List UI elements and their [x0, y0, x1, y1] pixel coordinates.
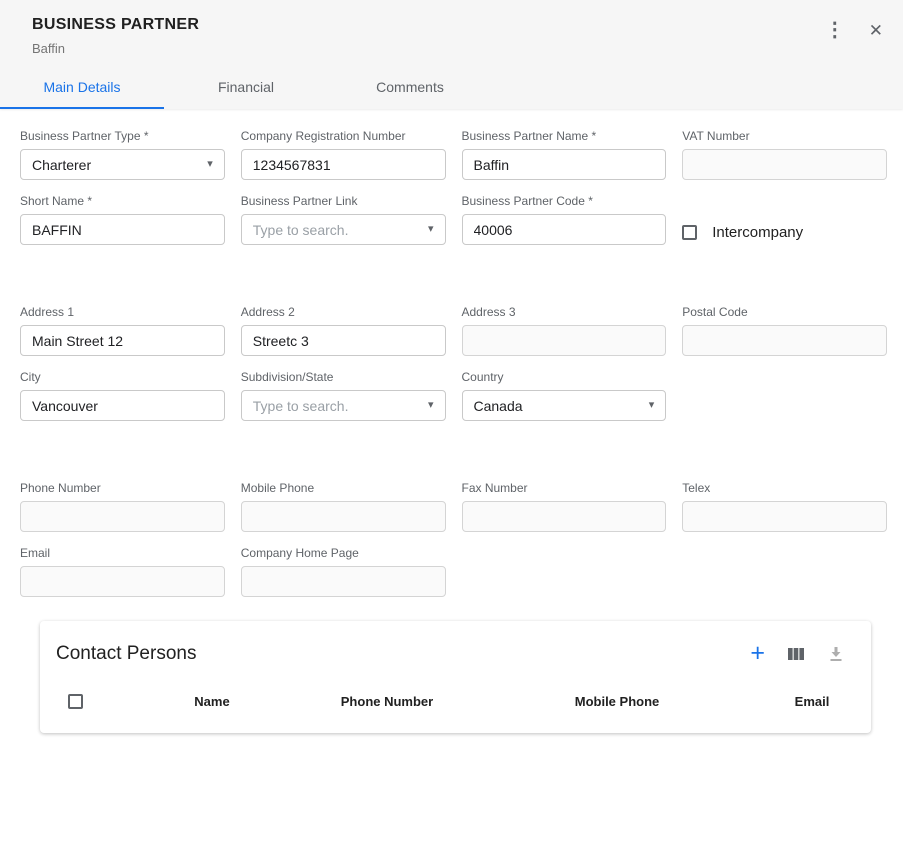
add-contact-button[interactable]: + [750, 641, 765, 666]
business-partner-name-input[interactable] [462, 149, 667, 180]
column-header-phone-number: Phone Number [292, 694, 482, 709]
field-label: Fax Number [462, 481, 667, 495]
header-titles: BUSINESS PARTNER Baffin [32, 16, 199, 56]
contact-persons-table-header: Name Phone Number Mobile Phone Email [40, 682, 871, 733]
company-home-page-input[interactable] [241, 566, 446, 597]
field-label: Telex [682, 481, 887, 495]
field-business-partner-link: Business Partner Link Type to search. ▾ [241, 194, 446, 245]
city-input[interactable] [20, 390, 225, 421]
field-company-home-page: Company Home Page [241, 546, 446, 597]
field-label: Email [20, 546, 225, 560]
field-label: Short Name * [20, 194, 225, 208]
company-registration-number-input[interactable] [241, 149, 446, 180]
mobile-phone-input[interactable] [241, 501, 446, 532]
address-1-input[interactable] [20, 325, 225, 356]
empty-cell [682, 546, 887, 597]
field-address-2: Address 2 [241, 305, 446, 356]
field-subdivision-state: Subdivision/State Type to search. ▾ [241, 370, 446, 421]
chevron-down-icon: ▾ [649, 400, 655, 411]
field-label: Company Registration Number [241, 129, 446, 143]
field-business-partner-name: Business Partner Name * [462, 129, 667, 180]
field-company-registration-number: Company Registration Number [241, 129, 446, 180]
phone-number-input[interactable] [20, 501, 225, 532]
dialog-header: BUSINESS PARTNER Baffin ⋮ ✕ Main Details… [0, 0, 903, 109]
field-label: Business Partner Name * [462, 129, 667, 143]
close-icon[interactable]: ✕ [869, 22, 883, 39]
telex-input[interactable] [682, 501, 887, 532]
field-label: Company Home Page [241, 546, 446, 560]
intercompany-label: Intercompany [712, 224, 803, 241]
tab-financial[interactable]: Financial [164, 68, 328, 109]
field-address-1: Address 1 [20, 305, 225, 356]
field-label: Address 3 [462, 305, 667, 319]
field-label: Postal Code [682, 305, 887, 319]
address-2-input[interactable] [241, 325, 446, 356]
business-partner-link-select[interactable]: Type to search. ▾ [241, 214, 446, 245]
business-partner-code-input[interactable] [462, 214, 667, 245]
field-business-partner-type: Business Partner Type * Charterer ▾ [20, 129, 225, 180]
field-intercompany: Intercompany [682, 194, 887, 245]
page-subtitle: Baffin [32, 41, 199, 56]
field-country: Country Canada ▾ [462, 370, 667, 421]
column-header-email: Email [752, 694, 872, 709]
subdivision-state-select[interactable]: Type to search. ▾ [241, 390, 446, 421]
contact-persons-card: Contact Persons + [40, 621, 871, 733]
identity-section: Business Partner Type * Charterer ▾ Comp… [20, 129, 887, 245]
short-name-input[interactable] [20, 214, 225, 245]
email-input[interactable] [20, 566, 225, 597]
columns-icon[interactable] [787, 645, 805, 663]
address-section: Address 1 Address 2 Address 3 Postal Cod… [20, 305, 887, 421]
country-select[interactable]: Canada ▾ [462, 390, 667, 421]
field-label: Business Partner Link [241, 194, 446, 208]
tab-main-details[interactable]: Main Details [0, 68, 164, 109]
main-details-form: Business Partner Type * Charterer ▾ Comp… [0, 109, 903, 733]
field-label: Phone Number [20, 481, 225, 495]
field-label: City [20, 370, 225, 384]
fax-number-input[interactable] [462, 501, 667, 532]
chevron-down-icon: ▾ [207, 159, 213, 170]
postal-code-input[interactable] [682, 325, 887, 356]
chevron-down-icon: ▾ [428, 400, 434, 411]
field-phone-number: Phone Number [20, 481, 225, 532]
field-label: Mobile Phone [241, 481, 446, 495]
field-fax-number: Fax Number [462, 481, 667, 532]
address-3-input[interactable] [462, 325, 667, 356]
field-label: Country [462, 370, 667, 384]
field-city: City [20, 370, 225, 421]
field-label: Subdivision/State [241, 370, 446, 384]
field-label: VAT Number [682, 129, 887, 143]
field-mobile-phone: Mobile Phone [241, 481, 446, 532]
field-label: Address 1 [20, 305, 225, 319]
column-header-mobile-phone: Mobile Phone [482, 694, 752, 709]
contact-info-section: Phone Number Mobile Phone Fax Number Tel… [20, 481, 887, 597]
vat-number-input[interactable] [682, 149, 887, 180]
field-postal-code: Postal Code [682, 305, 887, 356]
chevron-down-icon: ▾ [428, 224, 434, 235]
field-label: Business Partner Code * [462, 194, 667, 208]
page-title: BUSINESS PARTNER [32, 16, 199, 34]
field-label: Business Partner Type * [20, 129, 225, 143]
column-header-name: Name [132, 694, 292, 709]
download-icon[interactable] [827, 645, 845, 663]
intercompany-checkbox[interactable] [682, 225, 697, 240]
field-business-partner-code: Business Partner Code * [462, 194, 667, 245]
contact-persons-title: Contact Persons [56, 643, 196, 665]
business-partner-type-select[interactable]: Charterer ▾ [20, 149, 225, 180]
field-email: Email [20, 546, 225, 597]
empty-cell [682, 370, 887, 421]
field-short-name: Short Name * [20, 194, 225, 245]
field-label: Address 2 [241, 305, 446, 319]
empty-cell [462, 546, 667, 597]
tab-comments[interactable]: Comments [328, 68, 492, 109]
kebab-menu-icon[interactable]: ⋮ [825, 20, 845, 40]
field-vat-number: VAT Number [682, 129, 887, 180]
field-address-3: Address 3 [462, 305, 667, 356]
select-all-checkbox[interactable] [68, 694, 83, 709]
tab-bar: Main Details Financial Comments [0, 68, 903, 109]
field-telex: Telex [682, 481, 887, 532]
